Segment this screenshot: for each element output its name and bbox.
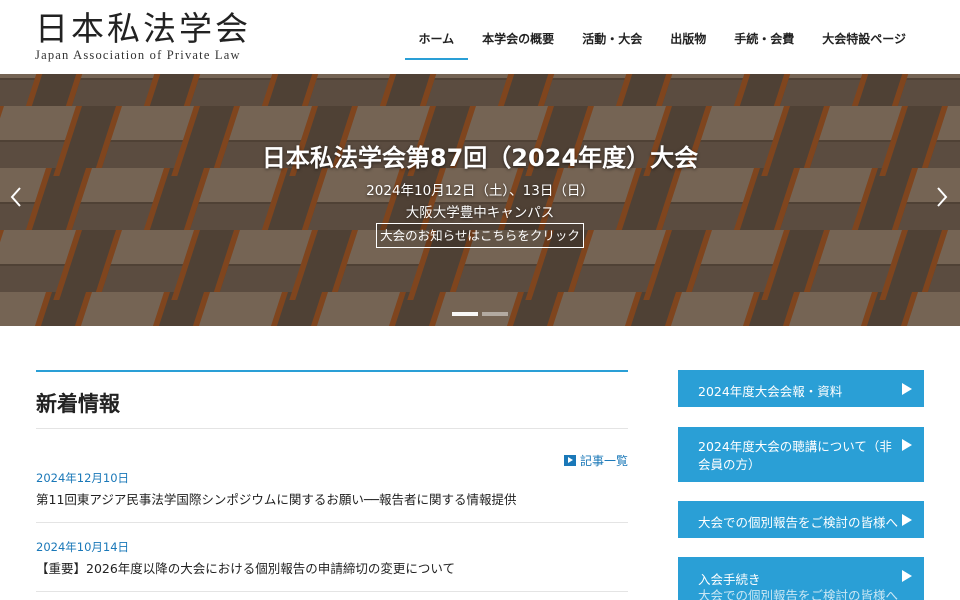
- nav-item-about[interactable]: 本学会の概要: [468, 22, 568, 60]
- sidebar-button-label: 2024年度大会の聴講について（非会員の方）: [698, 439, 892, 472]
- news-date: 2024年10月14日: [36, 540, 130, 554]
- news-link[interactable]: 第11回東アジア民事法学国際シンポジウムに関するお願い──報告者に関する情報提供: [36, 489, 628, 508]
- main-nav: ホーム 本学会の概要 活動・大会 出版物 手続・会費 大会特設ページ: [404, 22, 920, 60]
- nav-item-publications[interactable]: 出版物: [656, 22, 720, 60]
- list-item: 2024年12月10日 第11回東アジア民事法学国際シンポジウムに関するお願い─…: [36, 470, 628, 523]
- site-header: 日本私法学会 Japan Association of Private Law …: [0, 0, 960, 74]
- sidebar-button-conference-report[interactable]: 2024年度大会会報・資料: [678, 370, 924, 407]
- play-icon: [902, 383, 912, 395]
- sidebar-button-ghost-label: 大会での個別報告をご検討の皆様へ: [698, 588, 899, 600]
- news-list: 2024年12月10日 第11回東アジア民事法学国際シンポジウムに関するお願い─…: [36, 470, 628, 600]
- logo-english: Japan Association of Private Law: [35, 48, 241, 62]
- play-icon: [902, 439, 912, 451]
- news-date: 2024年12月10日: [36, 471, 130, 485]
- hero-overlay: [0, 74, 960, 326]
- hero-date: 2024年10月12日（土）、13日（日）: [366, 183, 594, 199]
- play-icon: [563, 455, 576, 466]
- hero-cta-button[interactable]: 大会のお知らせはこちらをクリック: [376, 223, 584, 248]
- hero-slider: 日本私法学会第87回（2024年度）大会 2024年10月12日（土）、13日（…: [0, 74, 960, 326]
- news-more-link[interactable]: 記事一覧: [563, 452, 628, 469]
- hero-title: 日本私法学会第87回（2024年度）大会: [261, 144, 699, 172]
- nav-item-procedures[interactable]: 手続・会費: [720, 22, 808, 60]
- slider-dot-2[interactable]: [482, 312, 508, 316]
- news-section: 新着情報 記事一覧 2024年12月10日 第11回東アジア民事法学国際シンポジ…: [36, 370, 628, 592]
- nav-item-home[interactable]: ホーム: [404, 22, 469, 60]
- news-heading: 新着情報: [36, 392, 120, 416]
- sidebar-button-membership[interactable]: 入会手続き 大会での個別報告をご検討の皆様へ: [678, 557, 924, 600]
- play-icon: [902, 570, 912, 582]
- nav-item-activities[interactable]: 活動・大会: [568, 22, 656, 60]
- slider-dots: [452, 312, 508, 316]
- sidebar-button-individual-report[interactable]: 大会での個別報告をご検討の皆様へ: [678, 501, 924, 538]
- news-top-rule: [36, 370, 628, 372]
- slider-dot-1[interactable]: [452, 312, 478, 316]
- news-divider: [36, 428, 628, 429]
- sidebar-button-label: 2024年度大会会報・資料: [698, 384, 843, 399]
- sidebar-button-audit[interactable]: 2024年度大会の聴講について（非会員の方）: [678, 427, 924, 482]
- chevron-right-icon[interactable]: [936, 186, 948, 214]
- logo-japanese: 日本私法学会: [35, 9, 251, 48]
- news-link[interactable]: 【重要】2026年度以降の大会における個別報告の申請締切の変更について: [36, 558, 628, 577]
- news-more-label: 記事一覧: [579, 454, 628, 468]
- list-item: 2024年10月14日 【重要】2026年度以降の大会における個別報告の申請締切…: [36, 539, 628, 592]
- play-icon: [902, 514, 912, 526]
- hero-place: 大阪大学豊中キャンパス: [405, 205, 555, 221]
- chevron-left-icon[interactable]: [10, 186, 22, 214]
- site-logo[interactable]: 日本私法学会 Japan Association of Private Law: [35, 9, 251, 63]
- sidebar-button-label: 大会での個別報告をご検討の皆様へ: [698, 515, 899, 530]
- nav-item-conference-special[interactable]: 大会特設ページ: [808, 22, 920, 60]
